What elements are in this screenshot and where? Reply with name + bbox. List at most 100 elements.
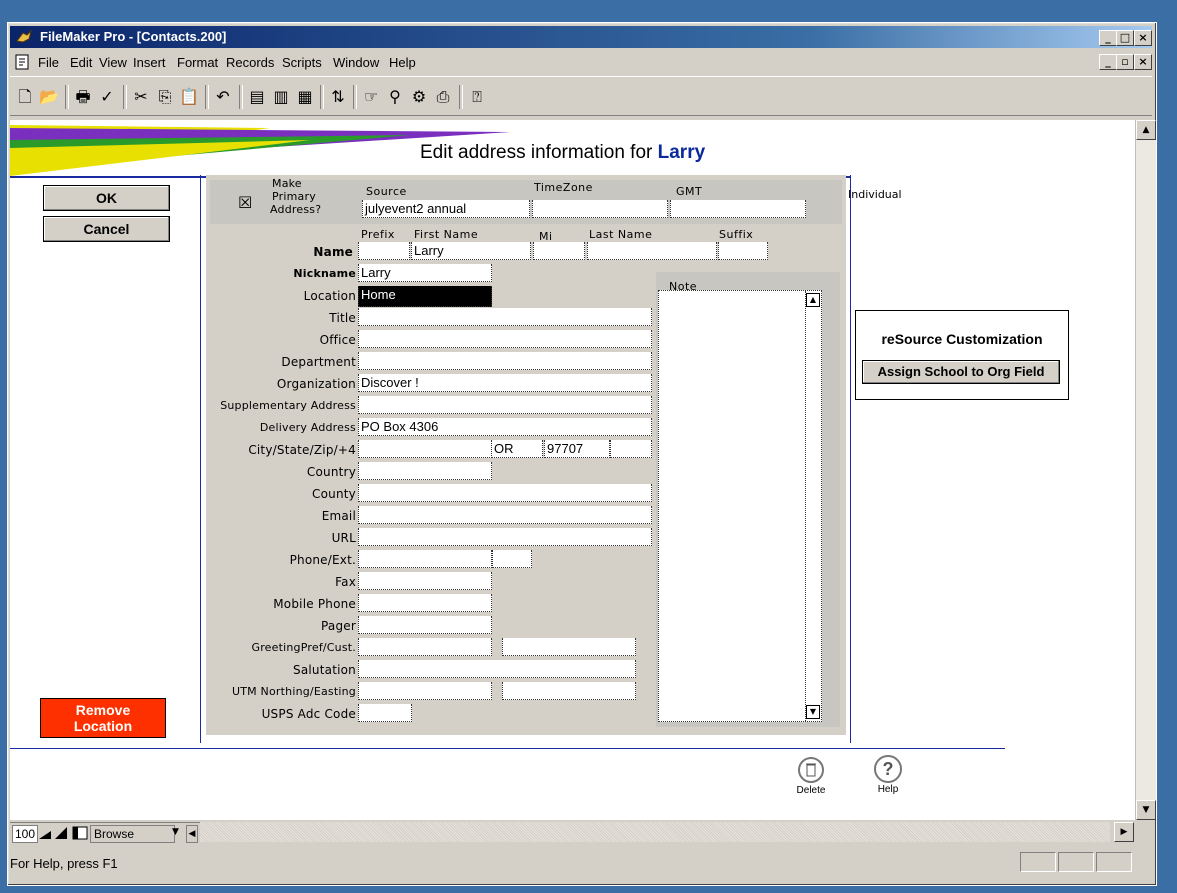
find-icon[interactable]: ⚲: [384, 86, 406, 108]
delivery-address-field[interactable]: PO Box 4306: [358, 418, 652, 436]
new-icon[interactable]: 🗋: [14, 86, 36, 108]
state-field[interactable]: OR: [491, 440, 543, 458]
open-icon[interactable]: 📂: [38, 86, 60, 108]
sort-icon[interactable]: ⇅: [327, 86, 349, 108]
pager-field[interactable]: [358, 616, 492, 634]
document-menu-icon[interactable]: [15, 54, 31, 70]
zip-field[interactable]: 97707: [544, 440, 610, 458]
utm-northing-field[interactable]: [358, 682, 492, 700]
new-record-icon[interactable]: ▤: [246, 86, 268, 108]
location-label: Location: [303, 289, 356, 303]
office-field[interactable]: [358, 330, 652, 348]
country-field[interactable]: [358, 462, 492, 480]
note-scroll-down-icon[interactable]: ▼: [806, 705, 820, 719]
phone-ext-field[interactable]: [492, 550, 532, 568]
supplementary-address-label: Supplementary Address: [220, 399, 356, 412]
status-area-icon[interactable]: [72, 826, 88, 840]
assign-school-button[interactable]: Assign School to Org Field: [862, 360, 1060, 384]
title-name: Larry: [657, 142, 706, 163]
usps-adc-field[interactable]: [358, 704, 412, 722]
scroll-up-icon[interactable]: ▲: [1136, 120, 1156, 140]
phone-field[interactable]: [358, 550, 492, 568]
layout-icon[interactable]: ⚙: [408, 86, 430, 108]
zip4-field[interactable]: [610, 440, 652, 458]
ok-button[interactable]: OK: [43, 185, 170, 211]
horizontal-scrollbar[interactable]: [200, 822, 1110, 842]
vertical-scrollbar[interactable]: ▲ ▼: [1135, 120, 1156, 820]
mi-field[interactable]: [533, 242, 585, 260]
mode-dropdown-icon[interactable]: ▼: [172, 827, 179, 837]
menu-edit[interactable]: Edit: [70, 55, 92, 70]
help-button[interactable]: ? Help: [868, 754, 908, 795]
menu-records[interactable]: Records: [226, 55, 274, 70]
mode-select[interactable]: Browse: [90, 825, 175, 843]
cut-icon[interactable]: ✂: [130, 86, 152, 108]
cancel-button[interactable]: Cancel: [43, 216, 170, 242]
timezone-field[interactable]: [532, 200, 668, 218]
zoom-level[interactable]: 100: [12, 825, 39, 843]
first-name-field[interactable]: Larry: [411, 242, 531, 260]
department-field[interactable]: [358, 352, 652, 370]
menu-scripts[interactable]: Scripts: [282, 55, 322, 70]
fax-field[interactable]: [358, 572, 492, 590]
undo-icon[interactable]: ↶: [212, 86, 234, 108]
remove-location-button[interactable]: Remove Location: [40, 698, 166, 738]
last-name-field[interactable]: [587, 242, 717, 260]
note-scroll-up-icon[interactable]: ▲: [806, 293, 820, 307]
delete-record-icon[interactable]: ▦: [294, 86, 316, 108]
menu-help[interactable]: Help: [389, 55, 416, 70]
help-icon[interactable]: ⍰: [466, 86, 488, 108]
email-field[interactable]: [358, 506, 652, 524]
print-icon[interactable]: 🖶: [72, 86, 94, 108]
scroll-down-icon[interactable]: ▼: [1136, 800, 1156, 820]
mode-bar: 100 Browse ▼ ◀: [10, 822, 200, 843]
suffix-field[interactable]: [718, 242, 768, 260]
greeting-pref-field[interactable]: [358, 638, 492, 656]
browse-icon[interactable]: ☞: [360, 86, 382, 108]
status-cell-2: [1058, 852, 1094, 872]
organization-field[interactable]: Discover !: [358, 374, 652, 392]
location-field[interactable]: Home: [358, 286, 492, 307]
menu-view[interactable]: View: [99, 55, 127, 70]
greeting-cust-field[interactable]: [502, 638, 636, 656]
mobile-phone-field[interactable]: [358, 594, 492, 612]
nickname-field[interactable]: Larry: [358, 264, 492, 282]
zoom-out-icon[interactable]: [38, 826, 52, 840]
greeting-label: GreetingPref/Cust.: [251, 641, 356, 654]
individual-label: Individual: [848, 188, 902, 201]
salutation-field[interactable]: [358, 660, 636, 678]
source-field[interactable]: julyevent2 annual: [362, 200, 530, 218]
delete-label: Delete: [796, 785, 826, 796]
doc-close-icon[interactable]: ×: [1134, 54, 1152, 70]
menu-format[interactable]: Format: [177, 55, 218, 70]
title-field[interactable]: [358, 308, 652, 326]
copy-icon[interactable]: ⎘: [154, 86, 176, 108]
gmt-label: GMT: [676, 185, 703, 198]
maximize-icon[interactable]: □: [1116, 30, 1134, 46]
url-field[interactable]: [358, 528, 652, 546]
menu-window[interactable]: Window: [333, 55, 379, 70]
doc-restore-icon[interactable]: ▫: [1116, 54, 1134, 70]
preview-icon[interactable]: ⎙: [432, 86, 454, 108]
duplicate-record-icon[interactable]: ▥: [270, 86, 292, 108]
scroll-left-icon[interactable]: ◀: [186, 825, 198, 843]
paste-icon[interactable]: 📋: [178, 86, 200, 108]
title-bar[interactable]: FileMaker Pro - [Contacts.200] _ □ ×: [10, 26, 1152, 48]
utm-easting-field[interactable]: [502, 682, 636, 700]
primary-checkbox[interactable]: ☒: [238, 193, 252, 212]
close-icon[interactable]: ×: [1134, 30, 1152, 46]
delete-button[interactable]: Delete: [788, 756, 834, 796]
note-field[interactable]: ▲ ▼: [658, 290, 822, 722]
menu-file[interactable]: File: [38, 55, 59, 70]
gmt-field[interactable]: [670, 200, 806, 218]
prefix-field[interactable]: [358, 242, 410, 260]
doc-minimize-icon[interactable]: _: [1099, 54, 1117, 70]
zoom-in-icon[interactable]: [54, 826, 68, 840]
county-field[interactable]: [358, 484, 652, 502]
supplementary-address-field[interactable]: [358, 396, 652, 414]
city-field[interactable]: [358, 440, 492, 458]
menu-insert[interactable]: Insert: [133, 55, 166, 70]
spellcheck-icon[interactable]: ✓: [96, 86, 118, 108]
minimize-icon[interactable]: _: [1099, 30, 1117, 46]
scroll-right-icon[interactable]: ▶: [1114, 822, 1134, 842]
